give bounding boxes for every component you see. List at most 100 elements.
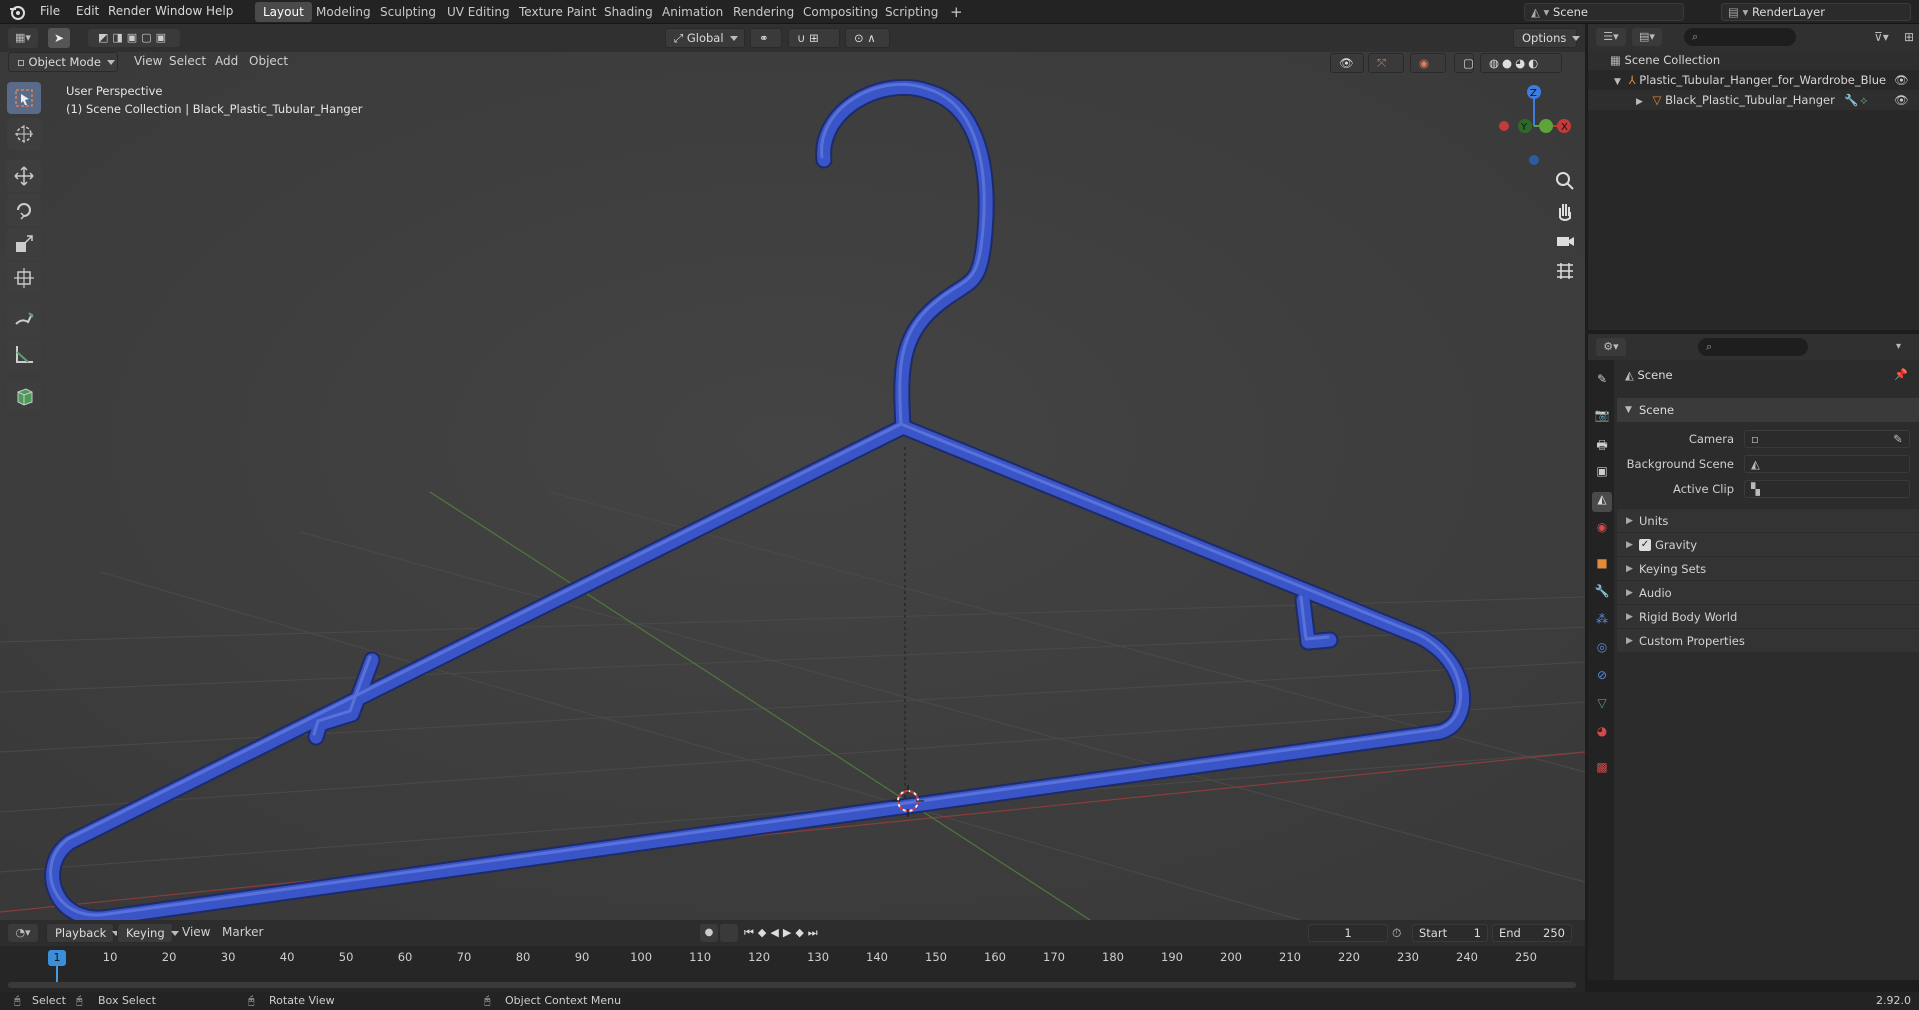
jump-end-icon[interactable]: ⏭ [808, 926, 822, 939]
proportional-edit-icon[interactable]: ⊙ ∧ [845, 28, 890, 48]
options-button[interactable]: Options [1513, 28, 1581, 48]
camera-field[interactable]: ▫ ✎ [1744, 430, 1910, 448]
data-tab-icon[interactable]: ▽ [1592, 696, 1612, 716]
prev-keyframe-icon[interactable]: ◆ [758, 926, 770, 939]
outliner-display-mode-icon[interactable]: ▤▾ [1632, 28, 1662, 46]
ortho-grid-icon[interactable] [1552, 258, 1578, 284]
render-tab-icon[interactable]: 📷 [1592, 408, 1612, 428]
keying-menu[interactable]: Keying [117, 923, 179, 943]
view-layer-tab-icon[interactable]: ▣ [1592, 464, 1612, 484]
subpanel-units[interactable]: ▶ Units [1617, 508, 1919, 532]
gizmo-toggle-icon[interactable]: ⤧ [1368, 53, 1404, 73]
modifier-tab-icon[interactable]: 🔧 [1592, 584, 1612, 604]
pin-icon[interactable]: 📌 [1894, 368, 1908, 381]
visibility-eye-icon[interactable]: 👁 [1894, 90, 1909, 110]
move-tool-icon[interactable] [7, 160, 41, 192]
tab-uv-editing[interactable]: UV Editing [439, 2, 518, 22]
outliner-editor-type-icon[interactable]: ☰▾ [1596, 28, 1626, 46]
navigation-gizmo[interactable]: Z X Y [1490, 80, 1580, 170]
overlay-toggle-icon[interactable]: ◉ [1410, 53, 1446, 73]
outliner-row-empty[interactable]: ▼ ⅄ Plastic_Tubular_Hanger_for_Wardrobe_… [1588, 70, 1919, 90]
viewport-menu-select[interactable]: Select [163, 52, 212, 70]
3d-viewport[interactable]: ▫ Object Mode View Select Add Object 👁 ⤧… [0, 52, 1585, 920]
timeline-menu-view[interactable]: View [176, 923, 216, 941]
timeline-menu-marker[interactable]: Marker [216, 923, 269, 941]
view-layer-selector[interactable]: ▤ ▾ RenderLayer [1721, 3, 1911, 21]
auto-keying-options-icon[interactable] [720, 924, 738, 942]
tab-animation[interactable]: Animation [654, 2, 731, 22]
output-tab-icon[interactable]: 🖶 [1592, 436, 1612, 456]
transform-tool-icon[interactable] [7, 262, 41, 294]
play-reverse-icon[interactable]: ◀ [770, 926, 782, 939]
start-frame-field[interactable]: Start 1 [1412, 924, 1488, 942]
subpanel-rigid-body-world[interactable]: ▶ Rigid Body World [1617, 604, 1919, 628]
current-frame-field[interactable]: 1 [1308, 924, 1388, 942]
zoom-icon[interactable] [1552, 168, 1578, 194]
texture-tab-icon[interactable]: ▩ [1592, 760, 1612, 780]
editor-type-icon[interactable]: ▦▾ [8, 28, 38, 48]
expand-arrow-icon[interactable]: ▶ [1636, 97, 1643, 107]
timeline-scrollbar[interactable] [8, 982, 1576, 988]
outliner-row-scene-collection[interactable]: ▦ Scene Collection [1588, 50, 1919, 70]
annotate-tool-icon[interactable] [7, 304, 41, 336]
subpanel-keying-sets[interactable]: ▶ Keying Sets [1617, 556, 1919, 580]
shading-mode-icons[interactable]: ◍●◕◐ [1480, 53, 1562, 73]
add-cube-tool-icon[interactable] [7, 380, 41, 412]
new-collection-icon[interactable]: ⊞ [1904, 28, 1918, 46]
particles-tab-icon[interactable]: ⁂ [1592, 612, 1612, 632]
end-frame-field[interactable]: End 250 [1492, 924, 1572, 942]
modifier-wrench-icon[interactable]: 🔧 [1844, 90, 1858, 110]
properties-search-input[interactable]: ⌕ [1698, 338, 1808, 356]
properties-options-icon[interactable]: ▾ [1896, 338, 1912, 356]
tab-texture-paint[interactable]: Texture Paint [511, 2, 604, 22]
active-clip-field[interactable]: ▚ [1744, 480, 1910, 498]
select-mode-icon[interactable]: ➤ [48, 28, 70, 48]
visibility-icon[interactable]: 👁 [1330, 53, 1364, 73]
viewport-menu-object[interactable]: Object [243, 52, 294, 70]
scene-panel-header[interactable]: ▼ Scene [1617, 398, 1919, 422]
tool-tab-icon[interactable]: ✎ [1592, 372, 1612, 392]
scene-selector[interactable]: ◭ ▾ Scene [1524, 3, 1684, 21]
menu-help[interactable]: Help [200, 0, 239, 24]
background-scene-field[interactable]: ◭ [1744, 455, 1910, 473]
subpanel-custom-properties[interactable]: ▶ Custom Properties [1617, 628, 1919, 652]
camera-view-icon[interactable] [1552, 228, 1578, 254]
jump-start-icon[interactable]: ⏮ [744, 926, 758, 939]
cursor-tool-icon[interactable] [7, 118, 41, 150]
outliner-row-mesh[interactable]: ▶ ▽ Black_Plastic_Tubular_Hanger 🔧 ⟡ 👁 [1588, 90, 1919, 110]
tab-shading[interactable]: Shading [596, 2, 661, 22]
tab-rendering[interactable]: Rendering [725, 2, 802, 22]
outliner-filter-icon[interactable]: ⊽▾ [1874, 28, 1904, 46]
outliner-search-input[interactable]: ⌕ [1684, 28, 1796, 46]
world-tab-icon[interactable]: ◉ [1592, 520, 1612, 540]
preview-range-icon[interactable]: ⏱ [1392, 924, 1410, 942]
expand-chevron-icon[interactable]: ▼ [1614, 77, 1621, 87]
physics-tab-icon[interactable]: ◎ [1592, 640, 1612, 660]
visibility-eye-icon[interactable]: 👁 [1894, 70, 1909, 90]
menu-file[interactable]: File [34, 0, 66, 24]
playback-menu[interactable]: Playback [46, 923, 121, 943]
playhead-frame-badge[interactable]: 1 [48, 950, 66, 966]
tab-sculpting[interactable]: Sculpting [372, 2, 444, 22]
rotate-tool-icon[interactable] [7, 194, 41, 226]
scene-tab-icon[interactable]: ◭ [1592, 492, 1612, 512]
scale-tool-icon[interactable] [7, 228, 41, 260]
measure-tool-icon[interactable] [7, 338, 41, 370]
viewport-menu-add[interactable]: Add [209, 52, 244, 70]
subpanel-gravity[interactable]: ▶ ✓ Gravity [1617, 532, 1919, 556]
constraints-tab-icon[interactable]: ⊘ [1592, 668, 1612, 688]
tab-compositing[interactable]: Compositing [795, 2, 886, 22]
pivot-icon[interactable]: ⚭ [750, 28, 782, 48]
properties-editor-type-icon[interactable]: ⚙▾ [1596, 338, 1626, 356]
add-workspace-icon[interactable]: + [942, 2, 971, 22]
timeline-editor-type-icon[interactable]: ◔▾ [8, 924, 38, 942]
select-box-tool-icon[interactable] [7, 82, 41, 114]
viewport-canvas[interactable] [0, 52, 1585, 920]
play-icon[interactable]: ▶ [783, 926, 795, 939]
orientation-dropdown[interactable]: ⤢ Global [665, 28, 745, 48]
object-tab-icon[interactable]: ■ [1592, 556, 1612, 576]
menu-edit[interactable]: Edit [70, 0, 105, 24]
xray-icon[interactable]: ▢ [1454, 53, 1474, 73]
tab-layout[interactable]: Layout [255, 2, 312, 22]
snap-icon[interactable]: ∪ ⊞ [788, 28, 840, 48]
